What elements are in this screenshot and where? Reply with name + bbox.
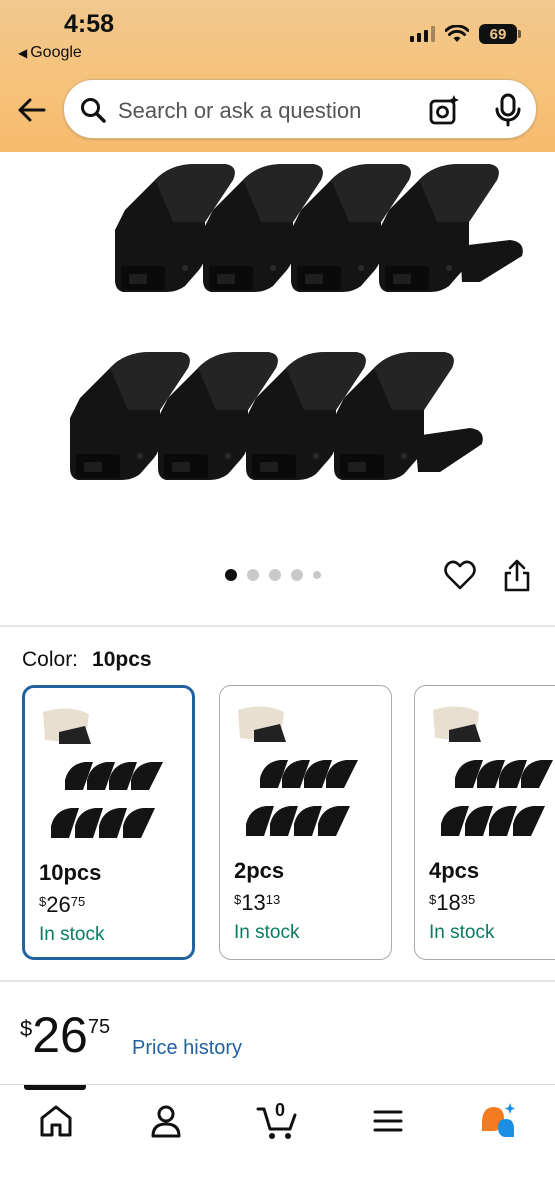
header-area: 4:58 ◀ Google 69 Search or ask a questio… — [0, 0, 555, 152]
currency-symbol: $ — [234, 892, 242, 907]
variant-stock: In stock — [234, 922, 300, 943]
section-divider — [0, 980, 555, 982]
organizer-row-top — [115, 164, 523, 292]
pager-dot[interactable] — [291, 569, 303, 581]
rufus-ai-icon[interactable] — [476, 1101, 516, 1141]
pager-dot[interactable] — [247, 569, 259, 581]
variant-price: $1835 — [429, 890, 475, 916]
variant-card-2pcs[interactable]: 2pcs $1313 In stock — [219, 685, 392, 960]
variant-card-4pcs[interactable]: 4pcs $1835 In stock — [414, 685, 555, 960]
variant-thumbnail — [238, 706, 358, 836]
status-time: 4:58 — [64, 10, 115, 38]
active-tab-indicator — [24, 1085, 86, 1090]
product-price: $ 26 75 — [20, 1010, 110, 1060]
variant-card-10pcs[interactable]: 10pcs $2675 In stock — [22, 685, 195, 960]
variant-stock: In stock — [39, 924, 105, 945]
product-image[interactable] — [60, 158, 530, 518]
variant-thumbnail — [43, 708, 163, 838]
color-label: Color: — [22, 648, 79, 671]
currency-symbol: $ — [39, 894, 47, 909]
pager-dot[interactable] — [269, 569, 281, 581]
price-whole: 18 — [436, 890, 461, 915]
price-whole: 26 — [32, 1007, 88, 1063]
heart-icon[interactable] — [444, 560, 476, 590]
price-fraction: 75 — [70, 894, 86, 909]
organizer-row-bottom — [70, 352, 483, 480]
section-divider — [0, 625, 555, 627]
search-icon — [81, 98, 106, 123]
variant-price: $2675 — [39, 892, 85, 918]
home-icon[interactable] — [36, 1101, 76, 1141]
back-app-label: Google — [30, 44, 82, 61]
wifi-icon — [445, 25, 469, 42]
variant-name: 10pcs — [39, 860, 102, 885]
camera-lens-icon[interactable] — [428, 94, 460, 126]
variant-thumbnail — [433, 706, 553, 836]
price-fraction: 75 — [87, 1016, 111, 1038]
color-selected-value: 10pcs — [92, 648, 152, 671]
cart-button[interactable]: 0 — [256, 1100, 300, 1141]
bottom-nav: 0 — [0, 1084, 555, 1200]
currency-symbol: $ — [20, 1016, 33, 1041]
variant-stock: In stock — [429, 922, 495, 943]
share-icon[interactable] — [503, 558, 531, 592]
variant-price: $1313 — [234, 890, 280, 916]
price-fraction: 13 — [265, 892, 281, 907]
back-arrow-icon[interactable] — [16, 94, 48, 126]
back-to-app-link[interactable]: ◀ Google — [18, 44, 82, 62]
search-input[interactable]: Search or ask a question — [63, 79, 537, 139]
price-fraction: 35 — [460, 892, 476, 907]
cart-count: 0 — [275, 1100, 286, 1120]
variant-name: 4pcs — [429, 858, 480, 883]
image-pager[interactable] — [225, 569, 321, 581]
microphone-icon[interactable] — [494, 93, 522, 127]
cellular-signal-icon — [410, 26, 435, 42]
variant-name: 2pcs — [234, 858, 285, 883]
search-placeholder: Search or ask a question — [118, 98, 362, 123]
back-triangle-icon: ◀ — [18, 46, 28, 60]
status-icons: 69 — [410, 24, 521, 44]
pager-dot[interactable] — [313, 571, 321, 579]
battery-level: 69 — [489, 25, 507, 43]
price-whole: 13 — [241, 890, 266, 915]
color-selector-label: Color: 10pcs — [22, 648, 152, 672]
account-icon[interactable] — [146, 1101, 186, 1141]
price-history-link[interactable]: Price history — [132, 1037, 242, 1060]
price-whole: 26 — [46, 892, 71, 917]
menu-icon[interactable] — [368, 1101, 408, 1141]
currency-symbol: $ — [429, 892, 437, 907]
pager-dot-active[interactable] — [225, 569, 237, 581]
battery-icon: 69 — [479, 24, 521, 44]
